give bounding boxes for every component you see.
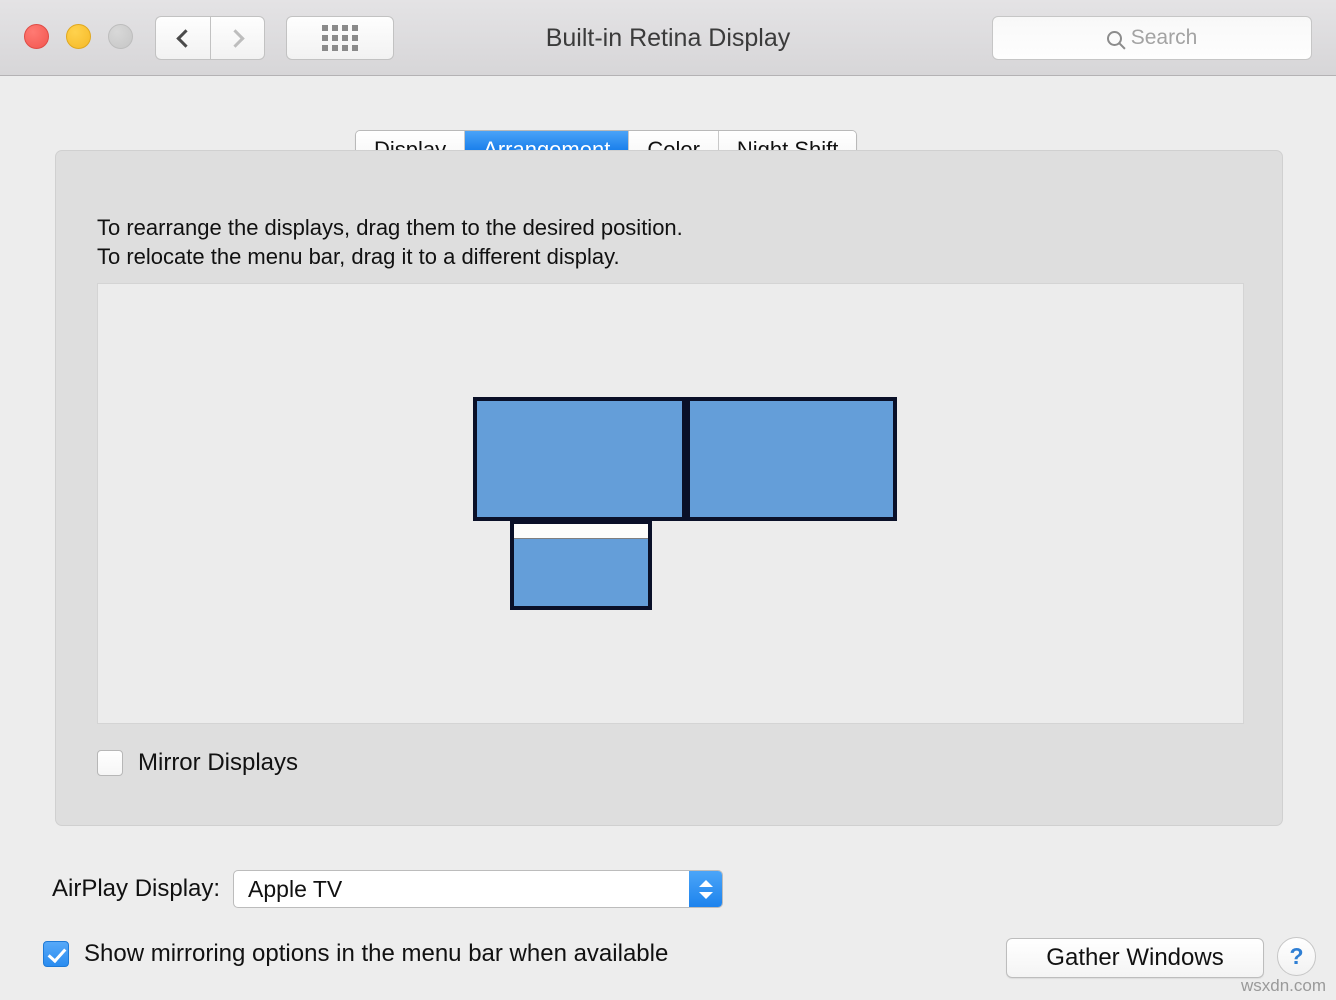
airplay-display-select[interactable]: Apple TV xyxy=(233,870,723,908)
chevron-down-icon xyxy=(699,892,713,899)
help-button[interactable]: ? xyxy=(1277,937,1316,976)
airplay-display-value: Apple TV xyxy=(234,876,342,903)
menu-bar-strip[interactable] xyxy=(514,524,648,539)
navigation-button-group xyxy=(155,16,265,60)
show-mirroring-options-row[interactable]: Show mirroring options in the menu bar w… xyxy=(43,940,668,968)
instructions-text: To rearrange the displays, drag them to … xyxy=(97,213,683,271)
display-arrangement-canvas[interactable] xyxy=(97,283,1244,724)
search-icon xyxy=(1107,31,1122,46)
airplay-display-label: AirPlay Display: xyxy=(52,875,220,903)
airplay-display-row: AirPlay Display: Apple TV xyxy=(52,870,723,908)
show-mirroring-options-label: Show mirroring options in the menu bar w… xyxy=(84,940,668,968)
search-placeholder: Search xyxy=(1131,26,1198,50)
stepper-arrows-icon[interactable] xyxy=(689,871,722,907)
arrangement-panel: To rearrange the displays, drag them to … xyxy=(55,150,1283,826)
instruction-line-2: To relocate the menu bar, drag it to a d… xyxy=(97,242,683,271)
window-titlebar: Built-in Retina Display Search xyxy=(0,0,1336,76)
grid-icon xyxy=(322,25,358,51)
minimize-button[interactable] xyxy=(66,24,91,49)
chevron-right-icon xyxy=(226,29,244,47)
forward-button xyxy=(210,16,265,60)
mirror-displays-checkbox[interactable] xyxy=(97,750,123,776)
display-bottom[interactable] xyxy=(510,520,652,610)
show-all-button[interactable] xyxy=(286,16,394,60)
gather-windows-button[interactable]: Gather Windows xyxy=(1006,938,1264,978)
zoom-button xyxy=(108,24,133,49)
display-right-top[interactable] xyxy=(686,397,897,521)
traffic-light-group xyxy=(24,24,133,49)
system-preferences-window: Built-in Retina Display Search Display A… xyxy=(0,0,1336,1000)
display-left-top[interactable] xyxy=(473,397,686,521)
back-button[interactable] xyxy=(155,16,210,60)
close-button[interactable] xyxy=(24,24,49,49)
mirror-displays-label: Mirror Displays xyxy=(138,749,298,777)
instruction-line-1: To rearrange the displays, drag them to … xyxy=(97,213,683,242)
search-field[interactable]: Search xyxy=(992,16,1312,60)
mirror-displays-row[interactable]: Mirror Displays xyxy=(97,749,298,777)
show-mirroring-options-checkbox[interactable] xyxy=(43,941,69,967)
chevron-left-icon xyxy=(176,29,194,47)
chevron-up-icon xyxy=(699,880,713,887)
watermark: wsxdn.com xyxy=(1241,976,1326,996)
